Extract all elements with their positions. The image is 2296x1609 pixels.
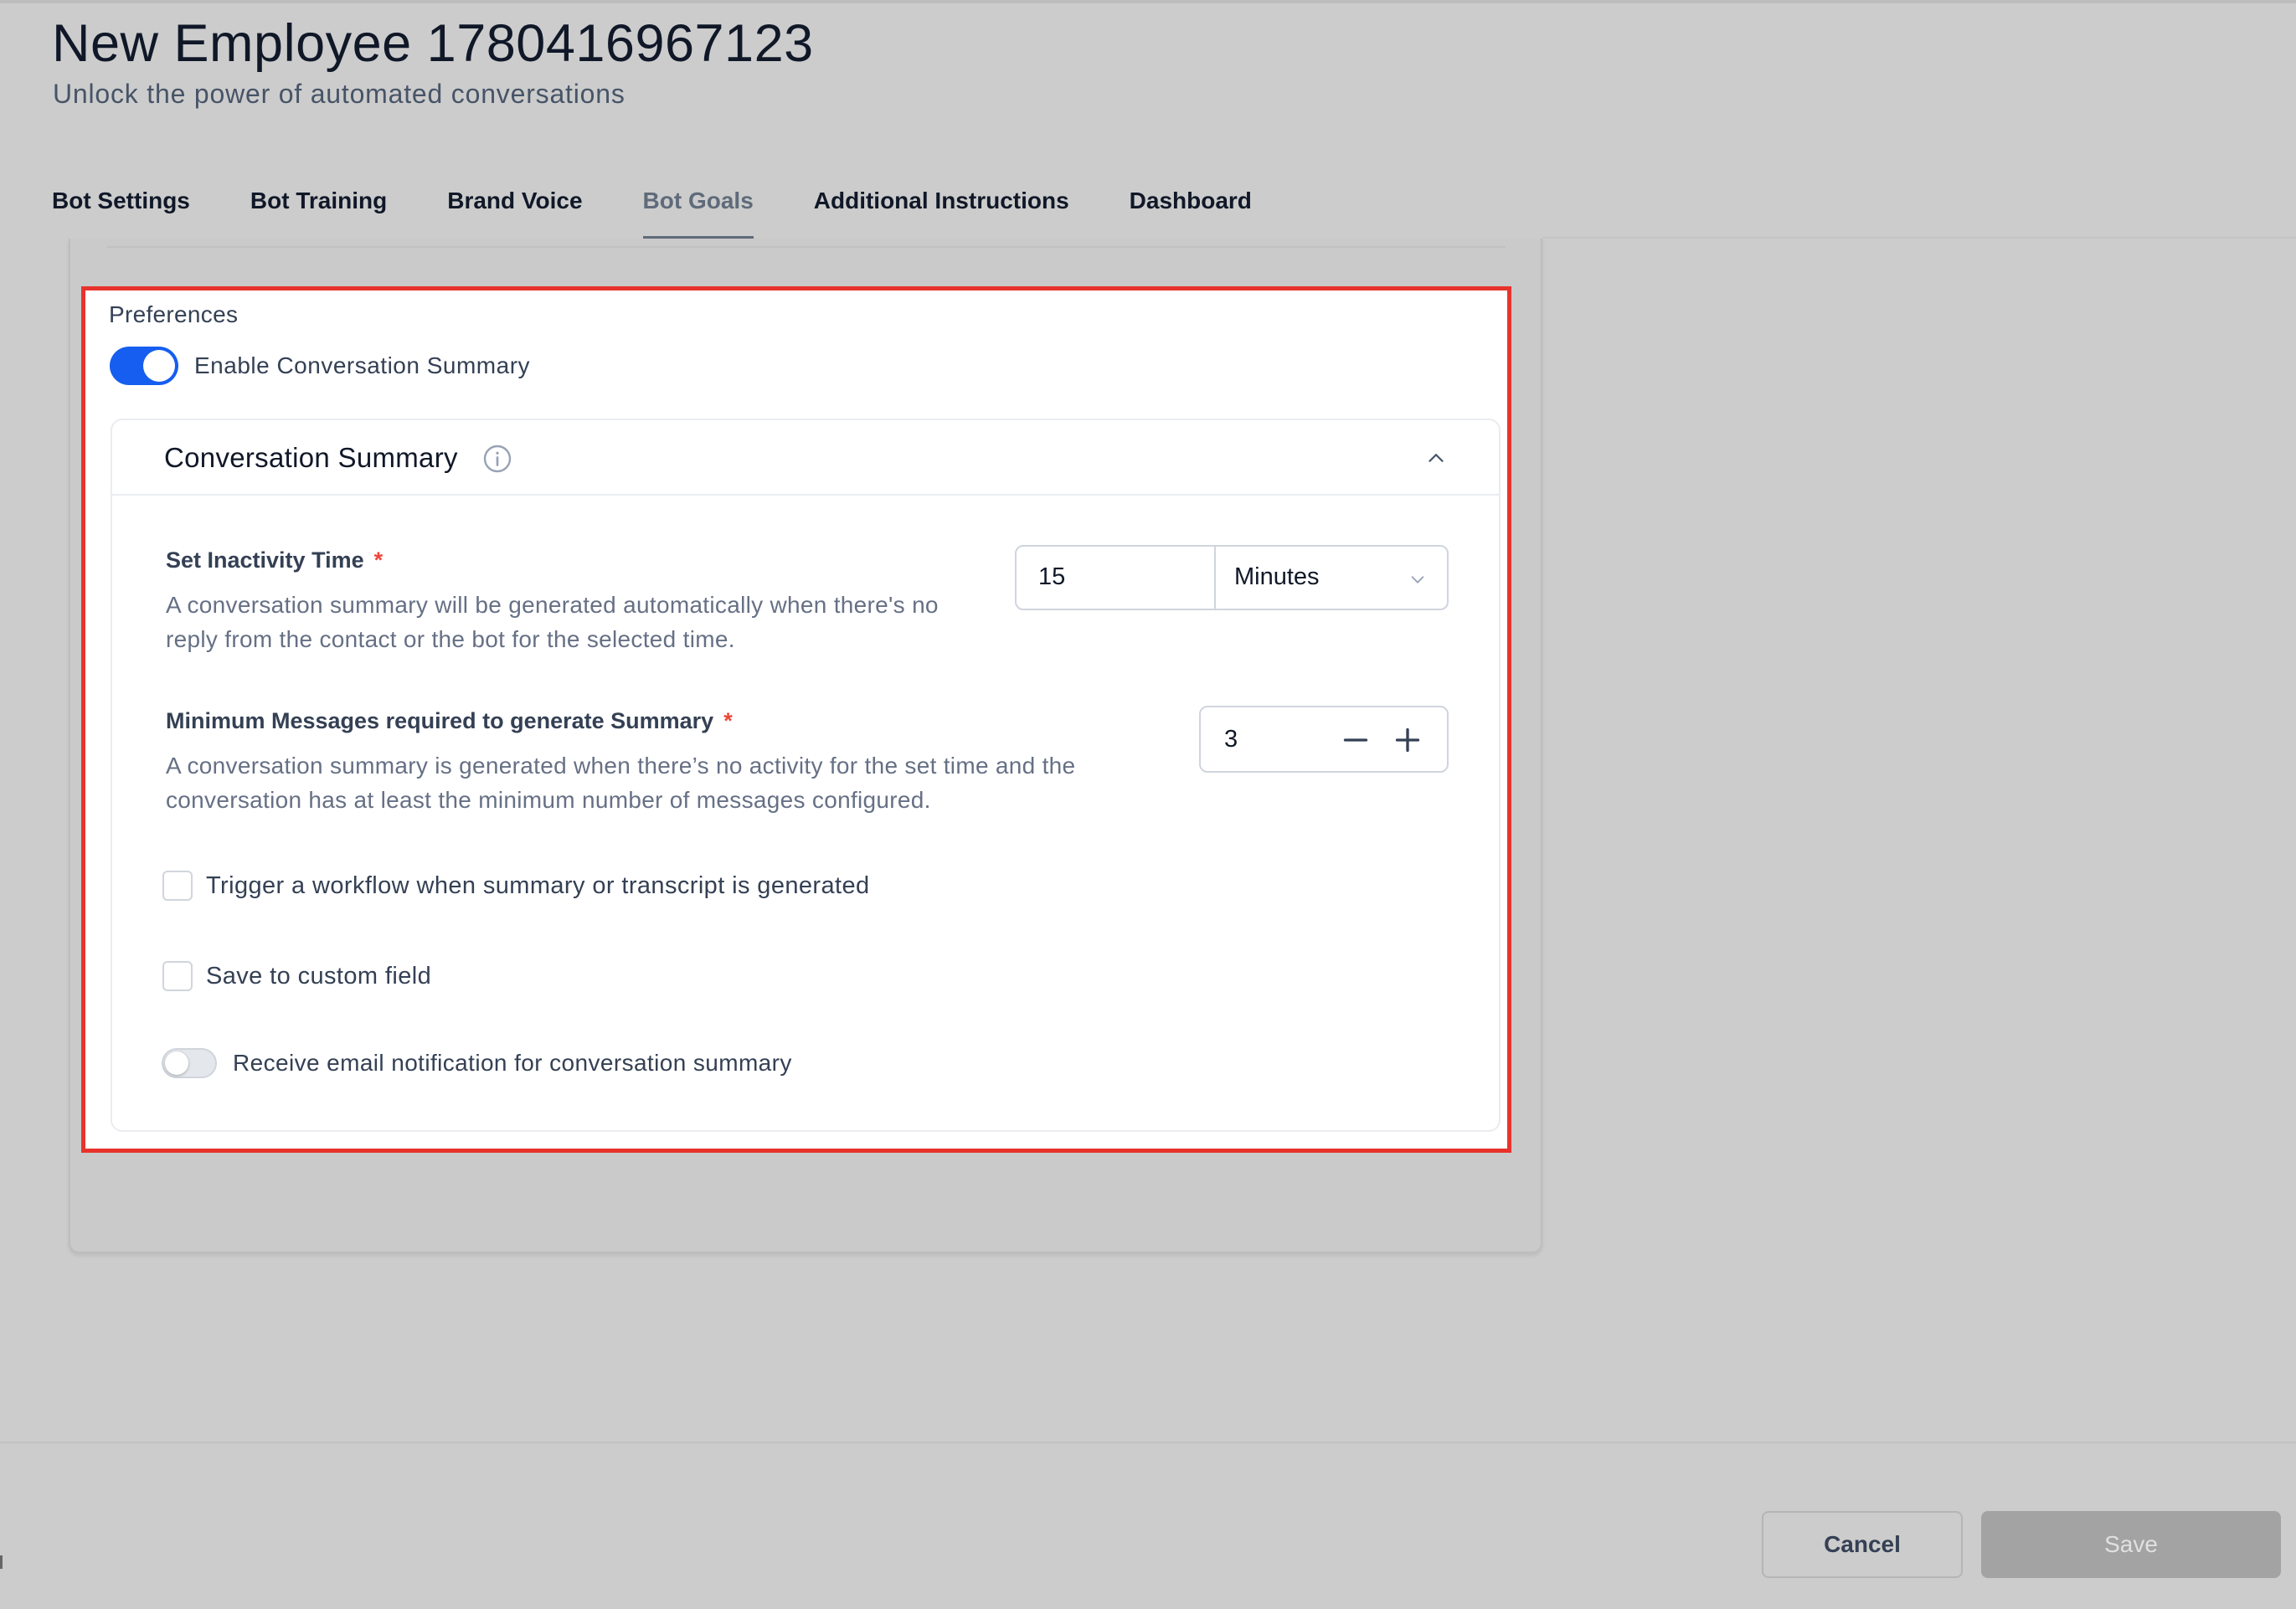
min-messages-help-text: A conversation summary is generated when… bbox=[166, 748, 1075, 817]
required-mark: * bbox=[723, 708, 733, 733]
email-notification-label: Receive email notification for conversat… bbox=[233, 1050, 792, 1076]
footer-divider bbox=[0, 1442, 2296, 1443]
enable-summary-toggle[interactable] bbox=[110, 347, 178, 385]
tab-dashboard[interactable]: Dashboard bbox=[1130, 188, 1252, 239]
inactivity-help-line-2: reply from the contact or the bot for th… bbox=[166, 626, 735, 652]
trigger-workflow-label: Trigger a workflow when summary or trans… bbox=[206, 872, 870, 899]
toggle-knob bbox=[165, 1051, 188, 1075]
summary-card-header[interactable]: Conversation Summary bbox=[112, 420, 1499, 496]
info-icon[interactable] bbox=[482, 444, 512, 474]
preferences-label: Preferences bbox=[109, 301, 239, 327]
min-messages-label-text: Minimum Messages required to generate Su… bbox=[166, 708, 714, 733]
cancel-button[interactable]: Cancel bbox=[1762, 1511, 1963, 1578]
chevron-up-icon[interactable] bbox=[1423, 445, 1449, 470]
tab-bot-training[interactable]: Bot Training bbox=[250, 188, 387, 239]
inactivity-unit-select[interactable]: Minutes bbox=[1214, 545, 1449, 610]
page-title: New Employee 1780416967123 bbox=[52, 14, 814, 73]
min-messages-value[interactable]: 3 bbox=[1224, 726, 1238, 753]
chevron-down-icon bbox=[1411, 576, 1424, 583]
save-button[interactable]: Save bbox=[1981, 1511, 2281, 1578]
min-messages-help-line-1: A conversation summary is generated when… bbox=[166, 753, 1076, 779]
top-border bbox=[0, 0, 2296, 3]
inactivity-time-input[interactable]: 15 bbox=[1015, 545, 1216, 610]
inactivity-help-line-1: A conversation summary will be generated… bbox=[166, 592, 939, 618]
tab-bot-goals[interactable]: Bot Goals bbox=[642, 188, 754, 239]
enable-summary-label: Enable Conversation Summary bbox=[194, 352, 531, 378]
summary-title: Conversation Summary bbox=[164, 442, 458, 473]
min-messages-help-line-2: conversation has at least the minimum nu… bbox=[166, 787, 931, 813]
unit-select-value: Minutes bbox=[1234, 563, 1320, 590]
tab-additional-instructions[interactable]: Additional Instructions bbox=[814, 188, 1069, 239]
page-subtitle: Unlock the power of automated conversati… bbox=[53, 79, 625, 109]
plus-icon[interactable] bbox=[1387, 719, 1429, 761]
minus-icon[interactable] bbox=[1335, 719, 1377, 761]
email-notification-toggle[interactable] bbox=[162, 1048, 217, 1078]
min-messages-label: Minimum Messages required to generate Su… bbox=[166, 708, 733, 734]
edge-marker bbox=[0, 1555, 3, 1569]
card-divider bbox=[107, 246, 1506, 248]
save-custom-field-checkbox[interactable] bbox=[162, 961, 193, 991]
inactivity-help-text: A conversation summary will be generated… bbox=[166, 588, 939, 656]
inactivity-time-label: Set Inactivity Time * bbox=[166, 547, 383, 573]
required-mark: * bbox=[373, 547, 384, 573]
tabs-divider bbox=[1542, 237, 2296, 239]
tab-brand-voice[interactable]: Brand Voice bbox=[447, 188, 582, 239]
tab-bar: Bot Settings Bot Training Brand Voice Bo… bbox=[52, 188, 1312, 239]
tab-bot-settings[interactable]: Bot Settings bbox=[52, 188, 190, 239]
toggle-knob bbox=[143, 350, 175, 382]
min-messages-stepper: 3 bbox=[1199, 706, 1449, 773]
trigger-workflow-checkbox[interactable] bbox=[162, 871, 193, 901]
page: New Employee 1780416967123 Unlock the po… bbox=[0, 0, 2296, 1609]
inactivity-label-text: Set Inactivity Time bbox=[166, 547, 364, 573]
save-custom-field-label: Save to custom field bbox=[206, 963, 432, 990]
